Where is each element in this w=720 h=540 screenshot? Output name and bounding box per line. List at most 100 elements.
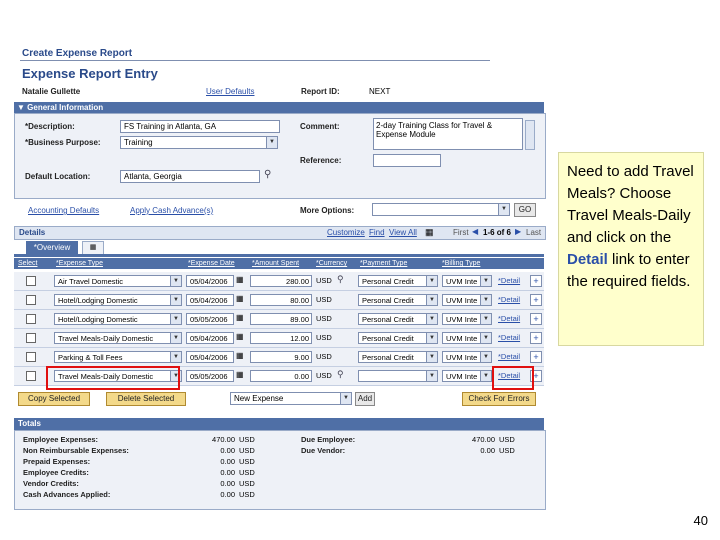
comment-scrollbar[interactable] <box>525 120 535 150</box>
chevron-down-icon[interactable]: ▼ <box>426 371 437 381</box>
search-icon[interactable]: ⚲ <box>337 274 344 285</box>
billing-type-select[interactable]: UVM Inte ▼ <box>442 294 492 306</box>
col-expense-type[interactable]: *Expense Type <box>56 258 103 269</box>
billing-type-select[interactable]: UVM Inte ▼ <box>442 313 492 325</box>
expense-date-input[interactable]: 05/04/2006 <box>186 351 234 363</box>
amount-input[interactable]: 80.00 <box>250 294 312 306</box>
comment-textarea[interactable]: 2-day Training Class for Travel & Expens… <box>373 118 523 150</box>
collapse-icon[interactable]: ▼ <box>17 103 25 112</box>
chevron-down-icon[interactable]: ▼ <box>480 295 491 305</box>
expense-date-input[interactable]: 05/04/2006 <box>186 275 234 287</box>
chevron-down-icon[interactable]: ▼ <box>426 295 437 305</box>
expense-date-input[interactable]: 05/05/2006 <box>186 313 234 325</box>
payment-type-select[interactable]: Personal Credit ▼ <box>358 351 438 363</box>
chevron-down-icon[interactable]: ▼ <box>480 333 491 343</box>
more-options-select[interactable]: ▼ <box>372 203 510 216</box>
detail-link[interactable]: *Detail <box>498 332 520 344</box>
billing-type-select[interactable]: UVM Inte ▼ <box>442 351 492 363</box>
add-button[interactable]: Add <box>355 392 375 406</box>
col-payment-type[interactable]: *Payment Type <box>360 258 407 269</box>
chevron-down-icon[interactable]: ▼ <box>480 276 491 286</box>
calendar-icon[interactable]: ▦ <box>236 313 244 322</box>
amount-input[interactable]: 12.00 <box>250 332 312 344</box>
chevron-down-icon[interactable]: ▼ <box>170 314 181 324</box>
billing-type-select[interactable]: UVM Inte ▼ <box>442 275 492 287</box>
chevron-down-icon[interactable]: ▼ <box>170 333 181 343</box>
chevron-down-icon[interactable]: ▼ <box>170 352 181 362</box>
chevron-down-icon[interactable]: ▼ <box>266 137 277 148</box>
chevron-down-icon[interactable]: ▼ <box>426 314 437 324</box>
tab-show-all[interactable]: ▦ <box>82 241 104 255</box>
add-row-icon[interactable]: + <box>530 351 542 363</box>
reference-input[interactable] <box>373 154 441 167</box>
copy-selected-button[interactable]: Copy Selected <box>18 392 90 406</box>
search-icon[interactable]: ⚲ <box>337 369 344 380</box>
col-amount-spent[interactable]: *Amount Spent <box>252 258 299 269</box>
chevron-down-icon[interactable]: ▼ <box>480 371 491 381</box>
chevron-down-icon[interactable]: ▼ <box>426 276 437 286</box>
payment-type-select[interactable]: Personal Credit ▼ <box>358 313 438 325</box>
add-row-icon[interactable]: + <box>530 294 542 306</box>
calendar-icon[interactable]: ▦ <box>236 370 244 379</box>
chevron-down-icon[interactable]: ▼ <box>170 276 181 286</box>
expense-date-input[interactable]: 05/05/2006 <box>186 370 234 382</box>
detail-link[interactable]: *Detail <box>498 351 520 363</box>
detail-link[interactable]: *Detail <box>498 275 520 287</box>
add-row-icon[interactable]: + <box>530 313 542 325</box>
row-checkbox[interactable] <box>26 295 36 305</box>
view-all-link[interactable]: View All <box>389 228 417 237</box>
expense-date-input[interactable]: 05/04/2006 <box>186 294 234 306</box>
default-location-input[interactable]: Atlanta, Georgia <box>120 170 260 183</box>
previous-icon[interactable]: ◀ <box>472 227 478 236</box>
add-row-icon[interactable]: + <box>530 332 542 344</box>
expense-type-select[interactable]: Hotel/Lodging Domestic ▼ <box>54 313 182 325</box>
description-input[interactable]: FS Training in Atlanta, GA <box>120 120 280 133</box>
accounting-defaults-link[interactable]: Accounting Defaults <box>28 206 99 215</box>
business-purpose-select[interactable]: Training ▼ <box>120 136 278 149</box>
amount-input[interactable]: 9.00 <box>250 351 312 363</box>
new-expense-select[interactable]: New Expense ▼ <box>230 392 352 405</box>
chevron-down-icon[interactable]: ▼ <box>498 204 509 215</box>
tab-overview[interactable]: *Overview <box>26 241 78 254</box>
calendar-icon[interactable]: ▦ <box>236 275 244 284</box>
find-link[interactable]: Find <box>369 228 385 237</box>
next-icon[interactable]: ▶ <box>515 227 521 236</box>
expense-type-select[interactable]: Air Travel Domestic ▼ <box>54 275 182 287</box>
billing-type-select[interactable]: UVM Inte ▼ <box>442 370 492 382</box>
row-checkbox[interactable] <box>26 276 36 286</box>
chevron-down-icon[interactable]: ▼ <box>170 295 181 305</box>
search-icon[interactable]: ⚲ <box>264 169 271 180</box>
amount-input[interactable]: 89.00 <box>250 313 312 325</box>
go-button[interactable]: GO <box>514 203 536 217</box>
check-for-errors-button[interactable]: Check For Errors <box>462 392 536 406</box>
detail-link[interactable]: *Detail <box>498 313 520 325</box>
customize-link[interactable]: Customize <box>327 228 365 237</box>
row-checkbox[interactable] <box>26 314 36 324</box>
row-checkbox[interactable] <box>26 352 36 362</box>
payment-type-select[interactable]: Personal Credit ▼ <box>358 275 438 287</box>
expense-date-input[interactable]: 05/04/2006 <box>186 332 234 344</box>
row-checkbox[interactable] <box>26 333 36 343</box>
amount-input[interactable]: 0.00 <box>250 370 312 382</box>
chevron-down-icon[interactable]: ▼ <box>340 393 351 404</box>
payment-type-select[interactable]: Personal Credit ▼ <box>358 332 438 344</box>
detail-link[interactable]: *Detail <box>498 294 520 306</box>
chevron-down-icon[interactable]: ▼ <box>480 314 491 324</box>
amount-input[interactable]: 280.00 <box>250 275 312 287</box>
calendar-icon[interactable]: ▦ <box>236 294 244 303</box>
chevron-down-icon[interactable]: ▼ <box>426 333 437 343</box>
col-select[interactable]: Select <box>18 258 37 269</box>
chevron-down-icon[interactable]: ▼ <box>480 352 491 362</box>
calendar-icon[interactable]: ▦ <box>236 351 244 360</box>
col-expense-date[interactable]: *Expense Date <box>188 258 235 269</box>
payment-type-select[interactable]: ▼ <box>358 370 438 382</box>
col-currency[interactable]: *Currency <box>316 258 347 269</box>
grid-icon[interactable]: ▦ <box>425 227 434 238</box>
row-checkbox[interactable] <box>26 371 36 381</box>
user-defaults-link[interactable]: User Defaults <box>206 87 254 96</box>
payment-type-select[interactable]: Personal Credit ▼ <box>358 294 438 306</box>
add-row-icon[interactable]: + <box>530 275 542 287</box>
expense-type-select[interactable]: Hotel/Lodging Domestic ▼ <box>54 294 182 306</box>
calendar-icon[interactable]: ▦ <box>236 332 244 341</box>
col-billing-type[interactable]: *Billing Type <box>442 258 480 269</box>
